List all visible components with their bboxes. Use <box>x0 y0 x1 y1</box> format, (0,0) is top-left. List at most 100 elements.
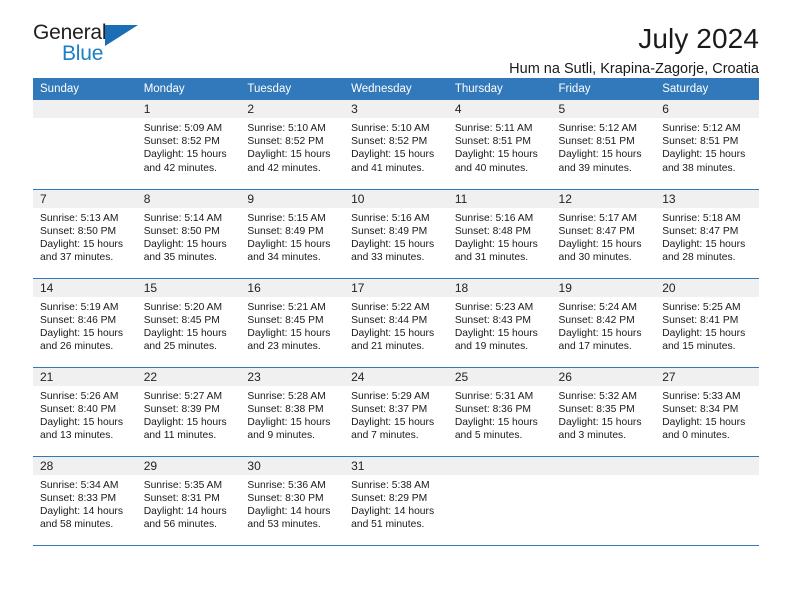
calendar-day-cell[interactable]: 26 Sunrise: 5:32 AM Sunset: 8:35 PM Dayligh… <box>551 367 656 457</box>
weekday-header-tuesday: Tuesday <box>240 78 345 100</box>
day-number: 19 <box>551 278 656 297</box>
day-details: Sunrise: 5:22 AM Sunset: 8:44 PM Daylight:… <box>344 297 448 354</box>
daylight-duration-line2: and 37 minutes. <box>40 252 114 264</box>
sunrise-time: Sunrise: 5:10 AM <box>247 123 326 134</box>
calendar-day-cell[interactable]: 31 Sunrise: 5:38 AM Sunset: 8:29 PM Dayligh… <box>344 456 448 546</box>
daylight-duration-line2: and 35 minutes. <box>143 252 217 264</box>
calendar-day-cell[interactable]: 11 Sunrise: 5:16 AM Sunset: 8:48 PM Dayligh… <box>447 189 552 279</box>
daylight-duration-line1: Daylight: 15 hours <box>247 238 331 250</box>
calendar-day-cell[interactable]: 24 Sunrise: 5:29 AM Sunset: 8:37 PM Dayligh… <box>344 367 448 457</box>
daylight-duration-line2: and 25 minutes. <box>143 341 217 353</box>
calendar-day-cell[interactable]: 7 Sunrise: 5:13 AM Sunset: 8:50 PM Daylight… <box>33 189 137 279</box>
day-details: Sunrise: 5:38 AM Sunset: 8:29 PM Daylight:… <box>344 475 448 532</box>
sunset-time: Sunset: 8:50 PM <box>143 225 220 237</box>
day-details: Sunrise: 5:25 AM Sunset: 8:41 PM Daylight:… <box>655 297 759 354</box>
calendar-day-cell[interactable]: 8 Sunrise: 5:14 AM Sunset: 8:50 PM Daylight… <box>136 189 241 279</box>
calendar-day-cell[interactable]: 19 Sunrise: 5:24 AM Sunset: 8:42 PM Dayligh… <box>551 278 656 368</box>
calendar-day-cell[interactable]: 13 Sunrise: 5:18 AM Sunset: 8:47 PM Dayligh… <box>655 189 759 279</box>
calendar-day-cell[interactable]: 9 Sunrise: 5:15 AM Sunset: 8:49 PM Daylight… <box>240 189 345 279</box>
day-details: Sunrise: 5:14 AM Sunset: 8:50 PM Daylight:… <box>137 208 241 265</box>
calendar-page: General Blue July 2024 Hum na Sutli, Kra… <box>0 0 792 612</box>
calendar-day-cell[interactable]: 2 Sunrise: 5:10 AM Sunset: 8:52 PM Daylight… <box>240 100 345 190</box>
logo-text-general: General <box>33 21 107 44</box>
sunrise-time: Sunrise: 5:27 AM <box>143 390 223 402</box>
day-number: 27 <box>655 367 759 386</box>
daylight-duration-line1: Daylight: 15 hours <box>454 149 538 161</box>
sunrise-time: Sunrise: 5:18 AM <box>662 212 741 224</box>
sunset-time: Sunset: 8:31 PM <box>143 492 220 504</box>
sunrise-time: Sunrise: 5:25 AM <box>662 301 741 313</box>
calendar-day-cell[interactable]: 3 Sunrise: 5:10 AM Sunset: 8:52 PM Daylight… <box>344 100 448 190</box>
day-number: 23 <box>240 367 345 386</box>
sunset-time: Sunset: 8:40 PM <box>40 403 117 415</box>
calendar-day-cell[interactable]: 1 Sunrise: 5:09 AM Sunset: 8:52 PM Daylight… <box>136 100 241 190</box>
daylight-duration-line1: Daylight: 15 hours <box>454 327 538 339</box>
calendar-week-row: 1 Sunrise: 5:09 AM Sunset: 8:52 PM Daylight… <box>33 100 759 190</box>
calendar-week-row: 28 Sunrise: 5:34 AM Sunset: 8:33 PM Dayligh… <box>33 456 759 546</box>
logo-text-blue: Blue <box>62 42 104 65</box>
sunset-time: Sunset: 8:51 PM <box>454 136 531 148</box>
sunrise-sunset-calendar: Sunday Monday Tuesday Wednesday Thursday… <box>33 78 759 546</box>
day-details: Sunrise: 5:16 AM Sunset: 8:49 PM Daylight:… <box>344 208 448 265</box>
daylight-duration-line1: Daylight: 14 hours <box>351 505 435 517</box>
calendar-day-cell[interactable]: 5 Sunrise: 5:12 AM Sunset: 8:51 PM Daylight… <box>551 100 656 190</box>
generalblue-logo[interactable]: General Blue <box>33 22 148 70</box>
sunrise-time: Sunrise: 5:35 AM <box>143 479 223 491</box>
sunrise-time: Sunrise: 5:33 AM <box>662 390 741 402</box>
calendar-week-row: 21 Sunrise: 5:26 AM Sunset: 8:40 PM Dayligh… <box>33 367 759 457</box>
calendar-day-cell[interactable]: 27 Sunrise: 5:33 AM Sunset: 8:34 PM Dayligh… <box>655 367 759 457</box>
calendar-day-cell[interactable]: 17 Sunrise: 5:22 AM Sunset: 8:44 PM Dayligh… <box>344 278 448 368</box>
calendar-day-cell[interactable]: 28 Sunrise: 5:34 AM Sunset: 8:33 PM Dayligh… <box>33 456 137 546</box>
day-details: Sunrise: 5:16 AM Sunset: 8:48 PM Daylight:… <box>448 208 552 265</box>
sunrise-time: Sunrise: 5:22 AM <box>351 301 430 313</box>
sunrise-time: Sunrise: 5:31 AM <box>454 390 534 402</box>
daylight-duration-line2: and 41 minutes. <box>351 162 425 174</box>
daylight-duration-line1: Daylight: 15 hours <box>558 149 642 161</box>
day-number: 2 <box>240 100 345 118</box>
day-number: 4 <box>447 100 552 118</box>
daylight-duration-line2: and 38 minutes. <box>662 162 736 174</box>
daylight-duration-line1: Daylight: 15 hours <box>143 238 227 250</box>
calendar-day-cell[interactable]: 15 Sunrise: 5:20 AM Sunset: 8:45 PM Dayligh… <box>136 278 241 368</box>
weekday-header-thursday: Thursday <box>447 78 552 100</box>
sunset-time: Sunset: 8:39 PM <box>143 403 220 415</box>
sunrise-time: Sunrise: 5:09 AM <box>143 123 223 134</box>
day-details: Sunrise: 5:11 AM Sunset: 8:51 PM Daylight:… <box>448 118 552 175</box>
sunrise-time: Sunrise: 5:13 AM <box>40 212 119 224</box>
day-number: 13 <box>655 189 759 208</box>
calendar-day-cell[interactable]: 30 Sunrise: 5:36 AM Sunset: 8:30 PM Dayligh… <box>240 456 345 546</box>
sunset-time: Sunset: 8:46 PM <box>40 314 117 326</box>
calendar-day-cell-empty <box>551 456 656 546</box>
day-number: 5 <box>551 100 656 118</box>
day-number: 28 <box>33 456 137 475</box>
day-number: 22 <box>136 367 241 386</box>
calendar-day-cell[interactable]: 20 Sunrise: 5:25 AM Sunset: 8:41 PM Dayligh… <box>655 278 759 368</box>
calendar-day-cell[interactable]: 22 Sunrise: 5:27 AM Sunset: 8:39 PM Dayligh… <box>136 367 241 457</box>
day-number <box>551 456 656 475</box>
day-number: 3 <box>344 100 448 118</box>
day-number <box>447 456 552 475</box>
calendar-day-cell[interactable]: 21 Sunrise: 5:26 AM Sunset: 8:40 PM Dayligh… <box>33 367 137 457</box>
calendar-week-row: 14 Sunrise: 5:19 AM Sunset: 8:46 PM Dayligh… <box>33 278 759 368</box>
sunset-time: Sunset: 8:47 PM <box>558 225 635 237</box>
triangle-icon <box>105 25 138 46</box>
day-number: 16 <box>240 278 345 297</box>
daylight-duration-line2: and 26 minutes. <box>40 341 114 353</box>
day-number: 20 <box>655 278 759 297</box>
calendar-day-cell[interactable]: 29 Sunrise: 5:35 AM Sunset: 8:31 PM Dayligh… <box>136 456 241 546</box>
day-details: Sunrise: 5:24 AM Sunset: 8:42 PM Daylight:… <box>552 297 656 354</box>
sunset-time: Sunset: 8:52 PM <box>351 136 428 148</box>
calendar-day-cell[interactable]: 16 Sunrise: 5:21 AM Sunset: 8:45 PM Dayligh… <box>240 278 345 368</box>
calendar-week-row: 7 Sunrise: 5:13 AM Sunset: 8:50 PM Daylight… <box>33 189 759 279</box>
calendar-day-cell[interactable]: 25 Sunrise: 5:31 AM Sunset: 8:36 PM Dayligh… <box>447 367 552 457</box>
calendar-day-cell[interactable]: 12 Sunrise: 5:17 AM Sunset: 8:47 PM Dayligh… <box>551 189 656 279</box>
calendar-day-cell[interactable]: 10 Sunrise: 5:16 AM Sunset: 8:49 PM Dayligh… <box>344 189 448 279</box>
calendar-day-cell[interactable]: 6 Sunrise: 5:12 AM Sunset: 8:51 PM Daylight… <box>655 100 759 190</box>
daylight-duration-line1: Daylight: 15 hours <box>351 327 435 339</box>
calendar-day-cell[interactable]: 14 Sunrise: 5:19 AM Sunset: 8:46 PM Dayligh… <box>33 278 137 368</box>
calendar-day-cell[interactable]: 23 Sunrise: 5:28 AM Sunset: 8:38 PM Dayligh… <box>240 367 345 457</box>
calendar-day-cell[interactable]: 18 Sunrise: 5:23 AM Sunset: 8:43 PM Dayligh… <box>447 278 552 368</box>
daylight-duration-line1: Daylight: 15 hours <box>454 416 538 428</box>
calendar-day-cell[interactable]: 4 Sunrise: 5:11 AM Sunset: 8:51 PM Daylight… <box>447 100 552 190</box>
sunset-time: Sunset: 8:36 PM <box>454 403 531 415</box>
